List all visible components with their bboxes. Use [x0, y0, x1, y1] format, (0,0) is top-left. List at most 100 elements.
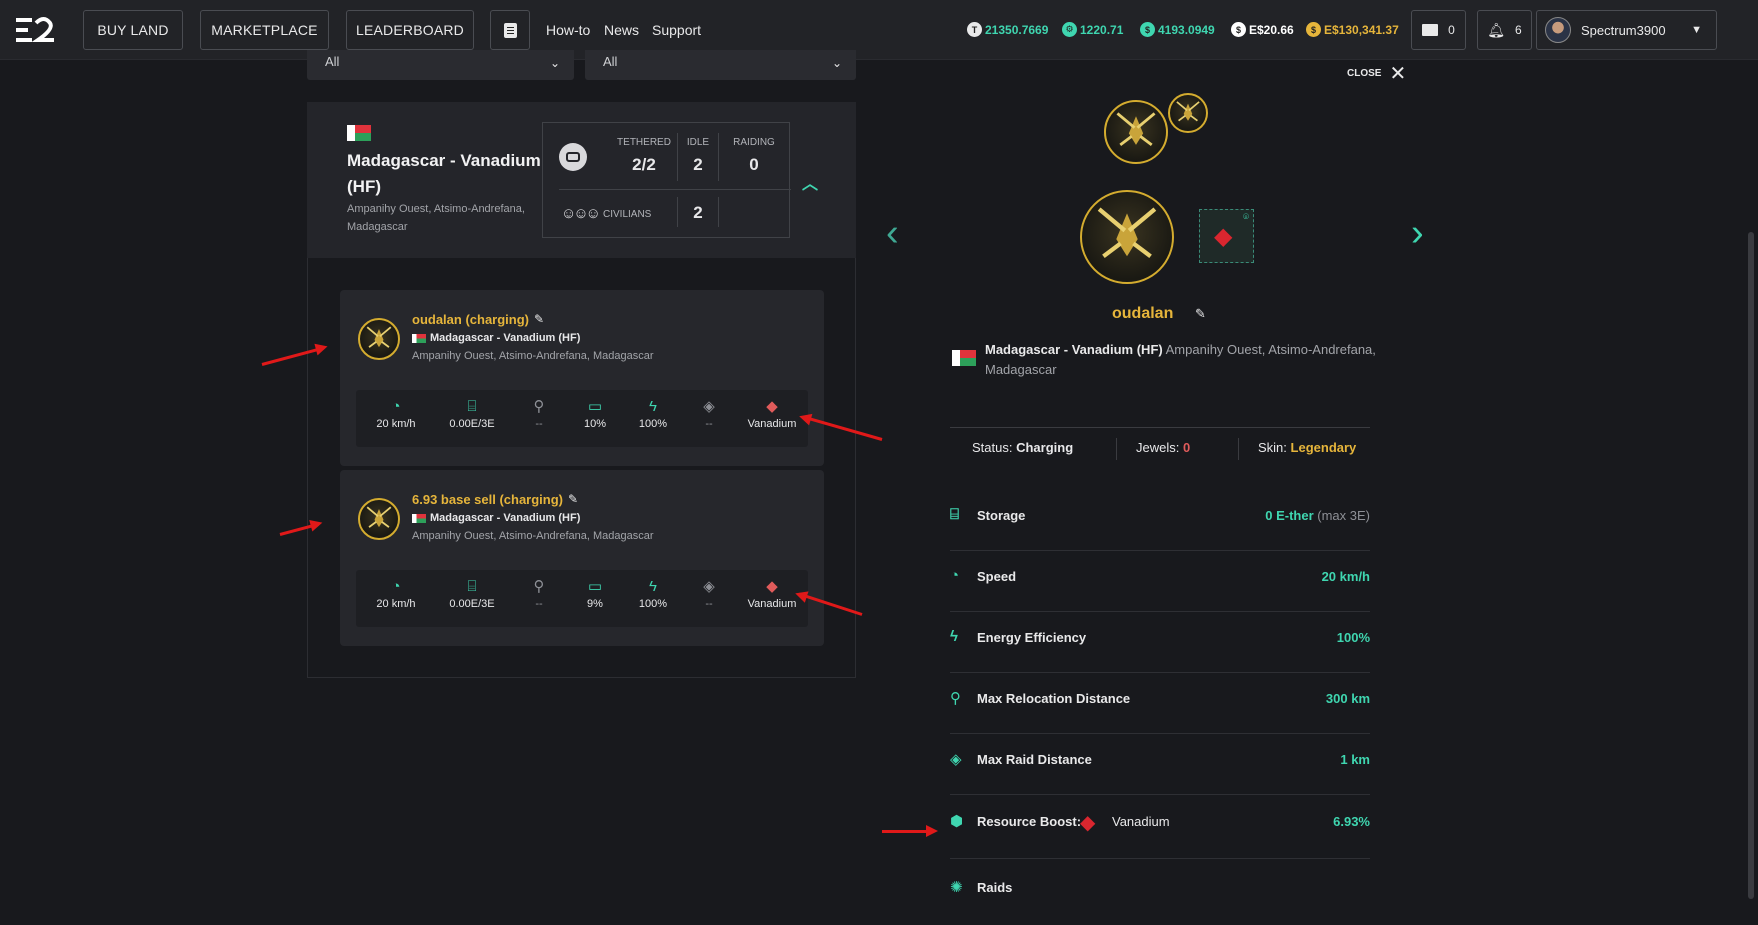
leaderboard-button[interactable]: LEADERBOARD [346, 10, 474, 50]
status-field: Status: Charging [972, 440, 1074, 455]
nav-link-support[interactable]: Support [652, 22, 701, 38]
drone-name: 6.93 base sell (charging) [412, 492, 564, 507]
stat-resource: ◆ Vanadium [737, 398, 807, 430]
land-address: Ampanihy Ouest, Atsimo-Andrefana, Madaga… [347, 203, 525, 233]
skin-field: Skin: Legendary [1258, 440, 1357, 455]
drone-name: oudalan (charging) [412, 312, 529, 327]
vanadium-resource-icon: ◆ [1214, 223, 1233, 250]
stat-speed: ◔ 20 km/h [361, 578, 431, 610]
drone-stats-row: ◔ 20 km/h ⌸ 0.00E/3E ⚲ -- ▭ 10% ϟ 100% ◈ -- ◆ V… [356, 390, 808, 447]
detail-row-raids: ✺ Raids [950, 879, 1013, 896]
edit-pencil-icon[interactable]: ✎ [568, 492, 578, 506]
chevron-down-icon: ▼ [1691, 24, 1702, 36]
e2-logo[interactable] [14, 17, 56, 43]
currency-t1[interactable]: T 21350.7669 [967, 22, 1048, 37]
bell-icon: 🔔︎ [1487, 21, 1506, 38]
avatar [1545, 17, 1571, 43]
currency-ether[interactable]: $ 4193.0949 [1140, 22, 1215, 37]
resource-slot[interactable]: ◆ ⌾ [1199, 209, 1254, 263]
gold-coin-icon: $ [1306, 22, 1321, 37]
mail-icon [1422, 24, 1439, 36]
drone-card[interactable]: 6.93 base sell (charging) ✎ Madagascar -… [340, 470, 824, 646]
edit-pencil-icon[interactable]: ✎ [534, 312, 544, 326]
drone-detail-location: Madagascar - Vanadium (HF) Ampanihy Oues… [985, 342, 1376, 377]
land-panel: Madagascar - Vanadium (HF) Ampanihy Oues… [307, 102, 856, 258]
t1-icon: T [967, 22, 982, 37]
currency-gold[interactable]: $ E$130,341.37 [1306, 22, 1399, 37]
document-icon [503, 22, 517, 38]
marketplace-button[interactable]: MARKETPLACE [200, 10, 329, 50]
drone-stats-row: ◔ 20 km/h ⌸ 0.00E/3E ⚲ -- ▭ 9% ϟ 100% ◈ -- ◆ Va… [356, 570, 808, 627]
detail-row-energy-efficiency: ϟ Energy Efficiency 100% [950, 612, 1370, 673]
gear-coin-icon: ⚙ [1062, 22, 1077, 37]
drone-land: Madagascar - Vanadium (HF) [412, 332, 580, 344]
madagascar-flag-icon [412, 333, 426, 343]
detail-row-raid-distance: ◈ Max Raid Distance 1 km [950, 734, 1370, 795]
speedometer-icon: ◔ [391, 398, 401, 415]
civilians-icon: ☺☺☺ [561, 205, 601, 222]
drone-main-avatar [1080, 190, 1174, 284]
stat-raid: ◈ -- [674, 398, 744, 430]
raid-icon: ◈ [703, 398, 715, 415]
close-button[interactable]: CLOSE ✕ [1347, 61, 1406, 86]
user-menu[interactable]: Spectrum3900 ▼ [1536, 10, 1717, 50]
chevron-down-icon: ⌄ [831, 56, 842, 70]
dollar-icon: $ [1231, 22, 1246, 37]
detail-row-resource-boost: ⬢ Resource Boost: ◆ Vanadium 6.93% [950, 796, 1370, 859]
scan-icon: ⌾ [1243, 212, 1249, 223]
previous-drone-chevron-icon[interactable]: ‹ [886, 212, 899, 255]
next-drone-chevron-icon[interactable]: › [1411, 212, 1424, 255]
annotation-arrow [882, 825, 938, 837]
vanadium-resource-icon: ◆ [766, 398, 778, 415]
raid-icon: ◈ [703, 578, 715, 595]
news-feed-button[interactable] [490, 10, 530, 50]
top-navbar: BUY LAND MARKETPLACE LEADERBOARD How-to … [0, 0, 1758, 60]
storage-icon: ⌸ [950, 506, 960, 523]
drone-avatar [358, 498, 400, 540]
madagascar-flag-icon [412, 513, 426, 523]
page-scrollbar[interactable] [1748, 232, 1754, 899]
currency-gear[interactable]: ⚙ 1220.71 [1062, 22, 1123, 37]
filter-select-1[interactable]: All ⌄ [307, 50, 574, 80]
resource-boost-icon: ⬢ [950, 813, 964, 830]
mail-button[interactable]: 0 [1411, 10, 1466, 50]
detail-row-speed: ◔ Speed 20 km/h [950, 551, 1370, 612]
land-stats-box: TETHERED 2/2 IDLE 2 RAIDING 0 ☺☺☺ CIVILI… [542, 122, 791, 238]
vanadium-resource-icon: ◆ [1080, 812, 1096, 834]
drone-tether-icon [559, 143, 587, 171]
drone-thumb-large[interactable] [1104, 100, 1168, 164]
stat-storage: ⌸ 0.00E/3E [437, 578, 507, 610]
land-title: Madagascar - Vanadium (HF) [347, 151, 541, 196]
storage-icon: ⌸ [467, 578, 477, 595]
stat-speed: ◔ 20 km/h [361, 398, 431, 430]
nav-link-news[interactable]: News [604, 22, 639, 38]
raids-icon: ✺ [950, 879, 963, 896]
madagascar-flag-icon [347, 125, 371, 141]
stat-storage: ⌸ 0.00E/3E [437, 398, 507, 430]
drone-status-bar: Status: Charging Jewels: 0 Skin: Legenda… [950, 438, 1370, 470]
detail-row-relocation: ⚲ Max Relocation Distance 300 km [950, 673, 1370, 734]
speedometer-icon: ◔ [391, 578, 401, 595]
notifications-button[interactable]: 🔔︎ 6 [1477, 10, 1532, 50]
storage-icon: ⌸ [467, 398, 477, 415]
nav-link-how-to[interactable]: How-to [546, 22, 590, 38]
relocation-pin-icon: ⚲ [950, 690, 961, 707]
drone-land: Madagascar - Vanadium (HF) [412, 512, 580, 524]
speedometer-icon: ◔ [950, 567, 960, 584]
stat-raid: ◈ -- [674, 578, 744, 610]
raid-icon: ◈ [950, 751, 962, 768]
currency-dollar[interactable]: $ E$20.66 [1231, 22, 1294, 37]
madagascar-flag-icon [952, 350, 976, 366]
filter-select-2[interactable]: All ⌄ [585, 50, 856, 80]
close-icon: ✕ [1389, 63, 1407, 85]
drone-avatar [358, 318, 400, 360]
buy-land-button[interactable]: BUY LAND [83, 10, 183, 50]
drone-card[interactable]: oudalan (charging) ✎ Madagascar - Vanadi… [340, 290, 824, 466]
drone-detail-name: oudalan [1112, 305, 1174, 322]
jewels-field: Jewels: 0 [1136, 440, 1191, 455]
chevron-down-icon: ⌄ [549, 56, 560, 70]
collapse-chevron-icon[interactable]: ︿ [802, 170, 818, 194]
edit-pencil-icon[interactable]: ✎ [1195, 306, 1206, 322]
drone-thumb-small[interactable] [1168, 93, 1208, 133]
detail-row-storage: ⌸ Storage 0 E-ther (max 3E) [950, 490, 1370, 551]
